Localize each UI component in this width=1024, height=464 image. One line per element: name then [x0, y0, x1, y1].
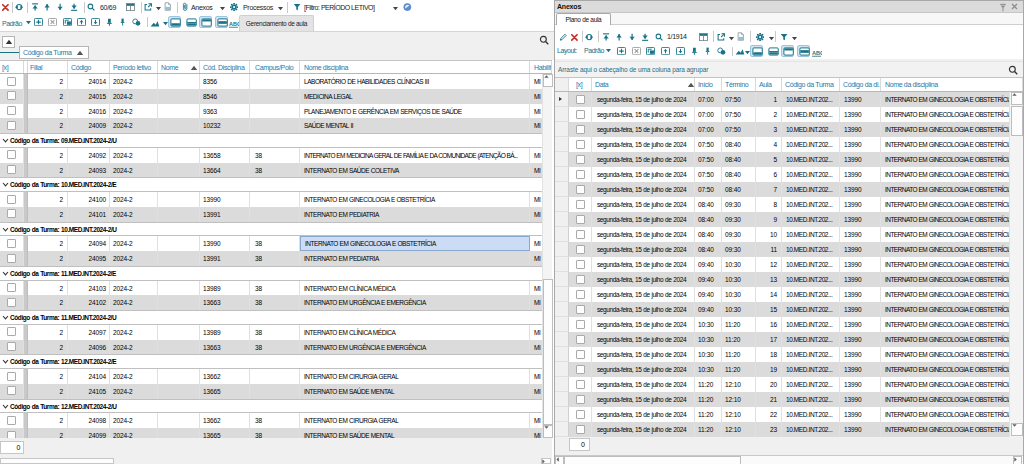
svg-text:ABC: ABC [229, 21, 239, 27]
svg-text:ABC: ABC [812, 50, 822, 56]
